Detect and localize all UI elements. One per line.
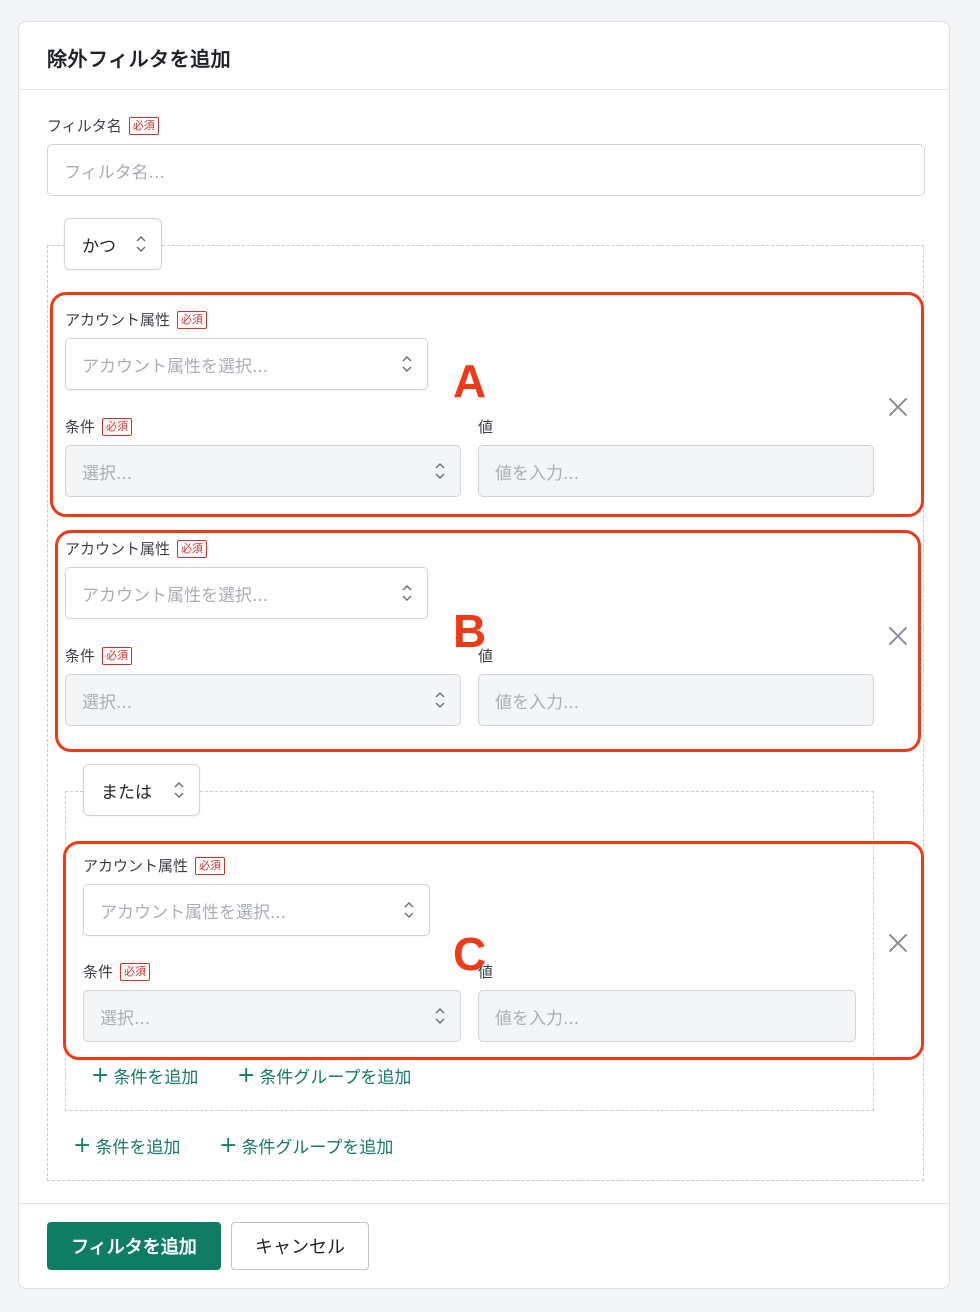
inner-add-condition-label: 条件を追加 [113, 1068, 199, 1088]
filter-name-label: フィルタ名 必須 [47, 115, 159, 136]
updown-chevron-icon [136, 235, 146, 253]
inner-add-condition-link[interactable]: + 条件を追加 [91, 1063, 198, 1088]
exclude-filter-dialog: 除外フィルタを追加 フィルタ名 必須 フィルタ名... かつ アカウント属性 必… [18, 21, 950, 1289]
updown-chevron-icon [435, 1007, 445, 1025]
attribute-label-text: アカウント属性 [65, 311, 171, 329]
condition-label-c: 条件 必須 [83, 961, 151, 982]
plus-icon: + [219, 1132, 238, 1158]
attribute-placeholder: アカウント属性を選択... [82, 585, 269, 606]
inner-add-condition-group-label: 条件グループを追加 [259, 1068, 412, 1088]
condition-select-c[interactable]: 選択... [83, 990, 461, 1042]
plus-icon: + [237, 1062, 256, 1088]
filter-name-placeholder: フィルタ名... [64, 162, 165, 183]
value-input-b[interactable]: 値を入力... [478, 674, 874, 726]
value-input-c[interactable]: 値を入力... [478, 990, 856, 1042]
value-placeholder: 値を入力... [495, 463, 580, 484]
attribute-label-text: アカウント属性 [65, 540, 171, 558]
dialog-footer-divider [19, 1203, 949, 1204]
condition-label-text: 条件 [65, 418, 96, 436]
updown-chevron-icon [435, 691, 445, 709]
outer-group-operator-select[interactable]: かつ [64, 218, 162, 270]
plus-icon: + [91, 1062, 110, 1088]
condition-label-a: 条件 必須 [65, 416, 133, 437]
filter-name-input[interactable]: フィルタ名... [47, 144, 925, 196]
annotation-letter-c: C [453, 928, 487, 980]
close-icon[interactable] [887, 396, 909, 418]
condition-placeholder: 選択... [82, 463, 133, 484]
value-placeholder: 値を入力... [495, 692, 580, 713]
value-placeholder: 値を入力... [495, 1008, 580, 1029]
required-badge: 必須 [195, 856, 226, 875]
cancel-button[interactable]: キャンセル [231, 1222, 369, 1270]
attribute-select-c[interactable]: アカウント属性を選択... [83, 884, 430, 936]
annotation-letter-a: A [453, 355, 487, 407]
attribute-label-c: アカウント属性 必須 [83, 855, 226, 876]
updown-chevron-icon [435, 462, 445, 480]
attribute-label-text: アカウント属性 [83, 857, 189, 875]
inner-add-condition-group-link[interactable]: + 条件グループを追加 [237, 1063, 411, 1088]
outer-add-condition-link[interactable]: + 条件を追加 [73, 1133, 180, 1158]
condition-label-b: 条件 必須 [65, 645, 133, 666]
condition-placeholder: 選択... [82, 692, 133, 713]
required-badge: 必須 [120, 962, 151, 981]
attribute-label-b: アカウント属性 必須 [65, 538, 208, 559]
attribute-placeholder: アカウント属性を選択... [82, 356, 269, 377]
close-icon[interactable] [887, 932, 909, 954]
updown-chevron-icon [402, 584, 412, 602]
required-badge: 必須 [177, 310, 208, 329]
updown-chevron-icon [174, 781, 184, 799]
required-badge: 必須 [102, 417, 133, 436]
attribute-select-b[interactable]: アカウント属性を選択... [65, 567, 428, 619]
required-badge: 必須 [177, 539, 208, 558]
condition-label-text: 条件 [83, 963, 114, 981]
outer-add-condition-group-label: 条件グループを追加 [241, 1138, 394, 1158]
filter-name-label-text: フィルタ名 [47, 117, 122, 135]
attribute-label-a: アカウント属性 必須 [65, 309, 208, 330]
attribute-select-a[interactable]: アカウント属性を選択... [65, 338, 428, 390]
attribute-placeholder: アカウント属性を選択... [100, 902, 287, 923]
dialog-title: 除外フィルタを追加 [47, 47, 232, 71]
value-label-a: 値 [478, 418, 494, 436]
inner-group-operator-select[interactable]: または [83, 764, 200, 816]
outer-add-condition-label: 条件を追加 [95, 1138, 181, 1158]
plus-icon: + [73, 1132, 92, 1158]
required-badge: 必須 [102, 646, 133, 665]
close-icon[interactable] [887, 625, 909, 647]
inner-operator-value: または [101, 782, 152, 803]
condition-select-a[interactable]: 選択... [65, 445, 461, 497]
dialog-header: 除外フィルタを追加 [19, 22, 949, 90]
outer-operator-value: かつ [82, 236, 116, 257]
add-filter-button[interactable]: フィルタを追加 [47, 1222, 221, 1270]
condition-select-b[interactable]: 選択... [65, 674, 461, 726]
required-badge: 必須 [128, 116, 159, 135]
outer-add-condition-group-link[interactable]: + 条件グループを追加 [219, 1133, 393, 1158]
updown-chevron-icon [404, 901, 414, 919]
updown-chevron-icon [402, 355, 412, 373]
condition-label-text: 条件 [65, 647, 96, 665]
annotation-letter-b: B [453, 605, 487, 657]
value-input-a[interactable]: 値を入力... [478, 445, 874, 497]
condition-placeholder: 選択... [100, 1008, 151, 1029]
